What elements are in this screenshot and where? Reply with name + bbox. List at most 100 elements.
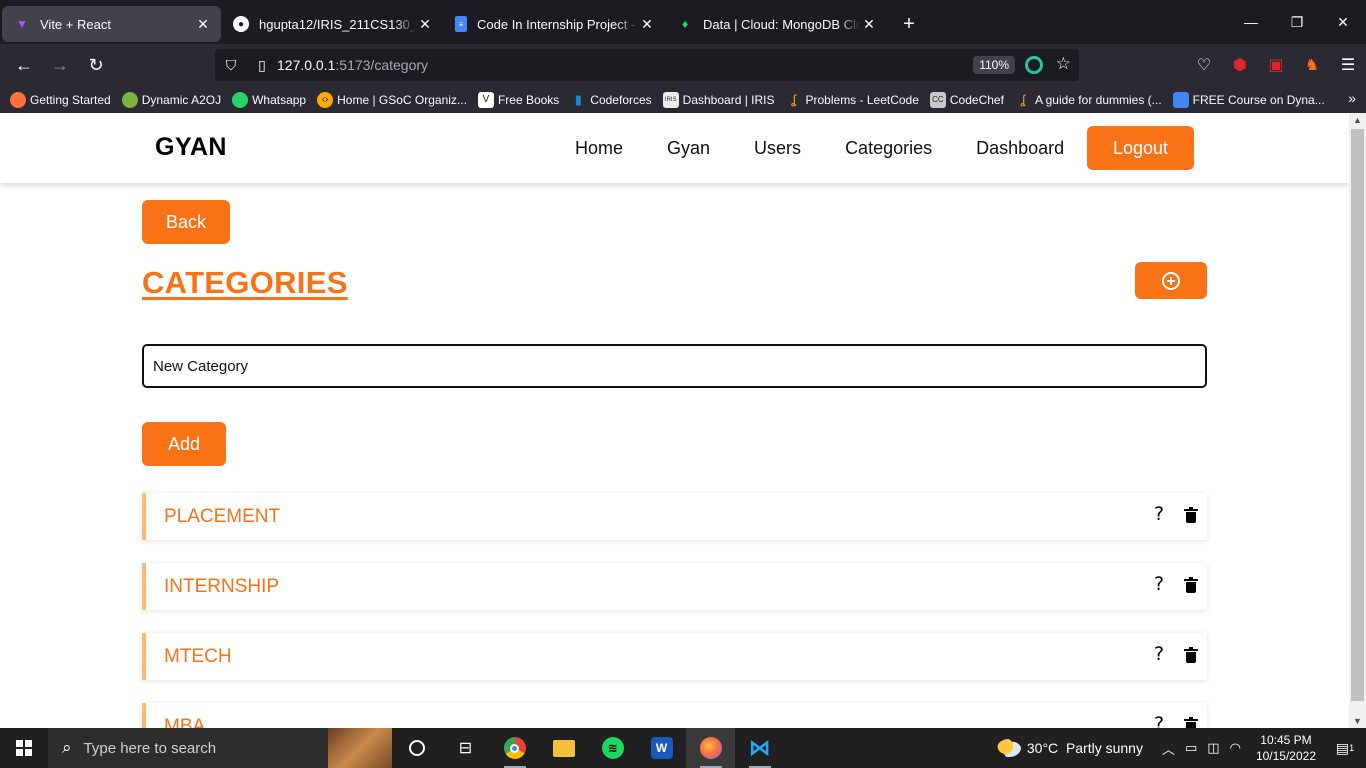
tab-github[interactable]: ● hgupta12/IRIS_211CS130_2_MERN ✕: [221, 6, 443, 42]
taskbar-chrome[interactable]: [490, 728, 539, 768]
start-button[interactable]: [0, 728, 48, 768]
taskbar-file-explorer[interactable]: [539, 728, 588, 768]
close-window-icon[interactable]: ✕: [1320, 0, 1366, 44]
clock-date: 10/15/2022: [1255, 749, 1316, 763]
question-icon[interactable]: ?: [1154, 643, 1164, 665]
window-controls: — ❐ ✕: [1228, 0, 1366, 44]
weather-partly-sunny-icon[interactable]: [996, 739, 1021, 757]
search-icon: ⌕: [62, 738, 72, 757]
url-path: :5173/category: [335, 57, 429, 73]
chevron-more-icon[interactable]: »: [1348, 90, 1356, 106]
page-scrollbar[interactable]: ▲ ▼: [1349, 113, 1366, 728]
add-button[interactable]: Add: [142, 422, 226, 466]
extension-puzzle-icon[interactable]: ▣: [1258, 55, 1294, 75]
new-category-input[interactable]: [142, 344, 1207, 388]
close-icon[interactable]: ✕: [861, 16, 877, 33]
nav-categories[interactable]: Categories: [845, 138, 932, 159]
nav-home[interactable]: Home: [575, 138, 623, 159]
battery-icon[interactable]: ▭: [1185, 740, 1197, 756]
tab-mongodb[interactable]: ♦ Data | Cloud: MongoDB Cloud ✕: [665, 6, 887, 42]
back-arrow-icon[interactable]: ←: [6, 49, 42, 81]
weather-temperature[interactable]: 30°C: [1027, 740, 1058, 756]
category-name[interactable]: PLACEMENT: [164, 506, 280, 528]
bookmark-a2oj[interactable]: Dynamic A2OJ: [121, 91, 222, 108]
trash-icon[interactable]: [1184, 577, 1198, 593]
scroll-up-icon[interactable]: ▲: [1349, 115, 1366, 125]
bookmark-guide[interactable]: ʆ A guide for dummies (...: [1015, 92, 1162, 108]
reload-icon[interactable]: ↻: [78, 49, 114, 81]
cortana-button[interactable]: [392, 728, 441, 768]
brand-logo[interactable]: GYAN: [155, 133, 227, 162]
new-tab-button[interactable]: +: [891, 6, 927, 42]
bookmark-label: Dynamic A2OJ: [141, 92, 222, 107]
address-bar[interactable]: ⛉ ▯ 127.0.0.1:5173/category 110% ☆: [215, 49, 1079, 81]
adblock-icon[interactable]: ⬢: [1222, 55, 1258, 75]
category-name[interactable]: MBA: [164, 716, 205, 728]
category-name[interactable]: MTECH: [164, 646, 232, 668]
weather-description[interactable]: Partly sunny: [1066, 740, 1143, 756]
bookmark-whatsapp[interactable]: Whatsapp: [232, 91, 306, 108]
bookmark-gsoc[interactable]: ‹› Home | GSoC Organiz...: [317, 91, 467, 108]
bookmark-getting-started[interactable]: Getting Started: [10, 91, 111, 108]
device-icon[interactable]: ◫: [1207, 740, 1219, 756]
scroll-down-icon[interactable]: ▼: [1349, 716, 1366, 726]
guide-icon: ʆ: [1020, 92, 1026, 107]
category-item: PLACEMENT ?: [142, 493, 1207, 540]
close-icon[interactable]: ✕: [195, 16, 211, 33]
bookmark-star-icon[interactable]: ☆: [1056, 54, 1071, 74]
question-icon[interactable]: ?: [1154, 713, 1164, 728]
bookmark-label: Dashboard | IRIS: [682, 92, 775, 107]
taskbar-word[interactable]: W: [637, 728, 686, 768]
pocket-icon[interactable]: ♡: [1186, 55, 1222, 75]
wifi-icon[interactable]: ◠: [1230, 740, 1241, 756]
shield-icon[interactable]: ⛉: [215, 57, 247, 74]
trash-icon[interactable]: [1184, 717, 1198, 728]
forward-arrow-icon[interactable]: →: [42, 49, 78, 81]
cortana-icon: [408, 740, 425, 756]
close-icon[interactable]: ✕: [639, 16, 655, 33]
course-icon: [1172, 91, 1189, 108]
close-icon[interactable]: ✕: [417, 16, 433, 33]
question-icon[interactable]: ?: [1154, 573, 1164, 595]
taskbar-spotify[interactable]: ≋: [588, 728, 637, 768]
bookmark-free-books[interactable]: V Free Books: [477, 91, 559, 108]
question-icon[interactable]: ?: [1154, 503, 1164, 525]
bookmark-iris[interactable]: IRIS Dashboard | IRIS: [662, 91, 775, 108]
vscode-icon: ⋈: [748, 735, 771, 760]
hamburger-menu-icon[interactable]: ☰: [1330, 55, 1366, 75]
extension-leaf-icon[interactable]: ♞: [1294, 55, 1330, 75]
logout-button[interactable]: Logout: [1087, 126, 1194, 170]
zoom-indicator[interactable]: 110%: [973, 56, 1015, 74]
chrome-icon: [503, 737, 526, 759]
category-name[interactable]: INTERNSHIP: [164, 576, 279, 598]
mongodb-icon: ♦: [681, 17, 689, 31]
page-icon: ▯: [258, 56, 266, 73]
minimize-icon[interactable]: —: [1228, 0, 1274, 44]
add-category-toggle-button[interactable]: [1135, 262, 1207, 299]
bookmark-codeforces[interactable]: ▮ Codeforces: [570, 92, 652, 108]
bookmark-leetcode[interactable]: ʆ Problems - LeetCode: [786, 92, 919, 108]
taskbar-clock[interactable]: 10:45 PM 10/15/2022: [1256, 732, 1316, 764]
notifications-button[interactable]: ▤ 1: [1330, 728, 1360, 768]
tab-vite-react[interactable]: ▼ Vite + React ✕: [2, 6, 221, 42]
trash-icon[interactable]: [1184, 647, 1198, 663]
taskbar-search[interactable]: ⌕ Type here to search: [48, 728, 392, 768]
taskbar-firefox[interactable]: [686, 728, 735, 768]
nav-dashboard[interactable]: Dashboard: [976, 138, 1064, 159]
chevron-up-icon[interactable]: ︿: [1162, 739, 1175, 758]
tab-google-docs[interactable]: ≡ Code In Internship Project - Google Do…: [443, 6, 665, 42]
bookmark-codechef[interactable]: CC CodeChef: [929, 91, 1004, 108]
scrollbar-thumb[interactable]: [1351, 129, 1364, 701]
back-button[interactable]: Back: [142, 200, 230, 244]
task-view-button[interactable]: ⊟: [441, 728, 490, 768]
bookmark-dynamic-course[interactable]: FREE Course on Dyna...: [1172, 91, 1325, 108]
taskbar-vscode[interactable]: ⋈: [735, 728, 784, 768]
restore-icon[interactable]: ❐: [1274, 0, 1320, 44]
trash-icon[interactable]: [1184, 507, 1198, 523]
nav-gyan[interactable]: Gyan: [667, 138, 710, 159]
url-host: 127.0.0.1: [277, 57, 336, 73]
nav-users[interactable]: Users: [754, 138, 801, 159]
whatsapp-icon: [232, 91, 249, 108]
extension-icon[interactable]: [1025, 56, 1043, 74]
plus-circle-icon: [1162, 271, 1180, 290]
